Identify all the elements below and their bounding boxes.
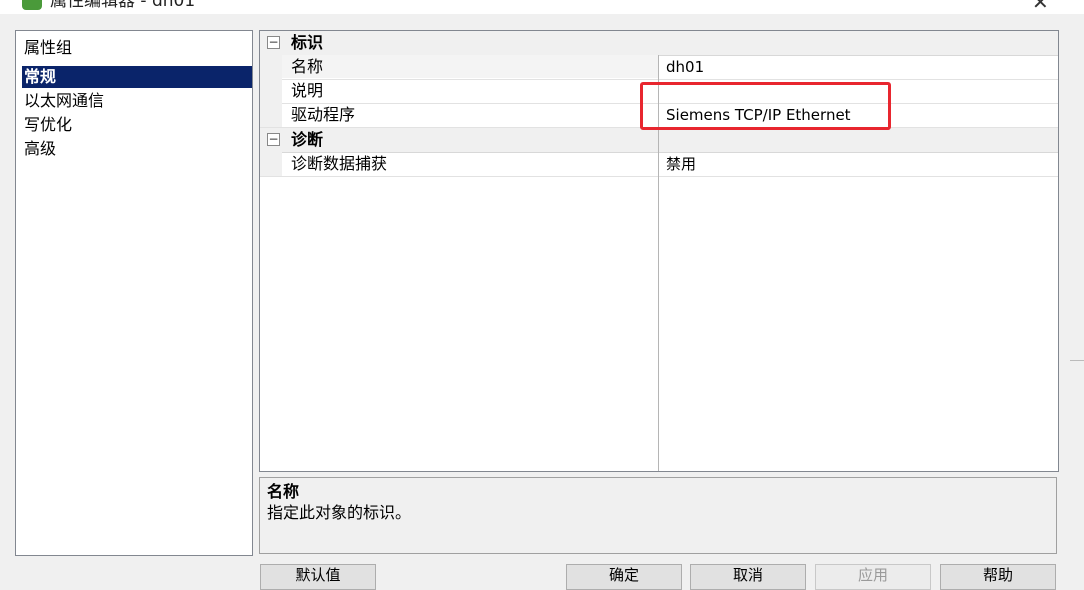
row-gutter xyxy=(260,55,282,79)
cancel-button[interactable]: 取消 xyxy=(690,564,806,590)
group-item-general[interactable]: 常规 xyxy=(22,66,252,88)
property-group-header: 属性组 xyxy=(24,38,73,57)
window-title: 属性编辑器 - dh01 xyxy=(50,0,196,11)
ok-button[interactable]: 确定 xyxy=(566,564,682,590)
property-row-diagnostics-capture[interactable]: 诊断数据捕获 禁用 xyxy=(260,152,1058,177)
window-edge-divider xyxy=(1070,360,1084,369)
description-panel: 名称 指定此对象的标识。 xyxy=(259,477,1057,554)
title-bar: 属性编辑器 - dh01 ✕ xyxy=(0,0,1084,14)
property-group-list: 属性组 常规 以太网通信 写优化 高级 xyxy=(15,30,253,556)
category-label: 标识 xyxy=(291,33,324,52)
category-identification[interactable]: − 标识 xyxy=(260,31,1058,56)
row-gutter xyxy=(260,152,282,176)
property-name: 驱动程序 xyxy=(291,105,356,124)
group-item-write-optimization[interactable]: 写优化 xyxy=(22,114,252,136)
description-title: 名称 xyxy=(267,482,300,501)
category-diagnostics[interactable]: − 诊断 xyxy=(260,128,1058,153)
apply-button[interactable]: 应用 xyxy=(815,564,931,590)
group-item-ethernet[interactable]: 以太网通信 xyxy=(22,90,252,112)
highlight-box xyxy=(640,82,891,130)
property-value-name[interactable]: dh01 xyxy=(666,55,1056,79)
defaults-button[interactable]: 默认值 xyxy=(260,564,376,590)
property-value-diagnostics-capture[interactable]: 禁用 xyxy=(666,152,1056,176)
selected-name-cell xyxy=(282,55,658,78)
app-icon xyxy=(22,0,42,10)
close-icon[interactable]: ✕ xyxy=(1032,0,1049,12)
property-name: 诊断数据捕获 xyxy=(291,154,388,173)
collapse-icon[interactable]: − xyxy=(267,36,280,49)
help-button[interactable]: 帮助 xyxy=(940,564,1056,590)
row-gutter xyxy=(260,103,282,127)
category-label: 诊断 xyxy=(291,130,324,149)
property-name: 说明 xyxy=(291,81,324,100)
collapse-icon[interactable]: − xyxy=(267,133,280,146)
row-gutter xyxy=(260,79,282,103)
group-item-advanced[interactable]: 高级 xyxy=(22,138,252,160)
property-row-name[interactable]: 名称 dh01 xyxy=(260,55,1058,80)
property-name: 名称 xyxy=(291,57,324,76)
description-text: 指定此对象的标识。 xyxy=(267,503,412,522)
